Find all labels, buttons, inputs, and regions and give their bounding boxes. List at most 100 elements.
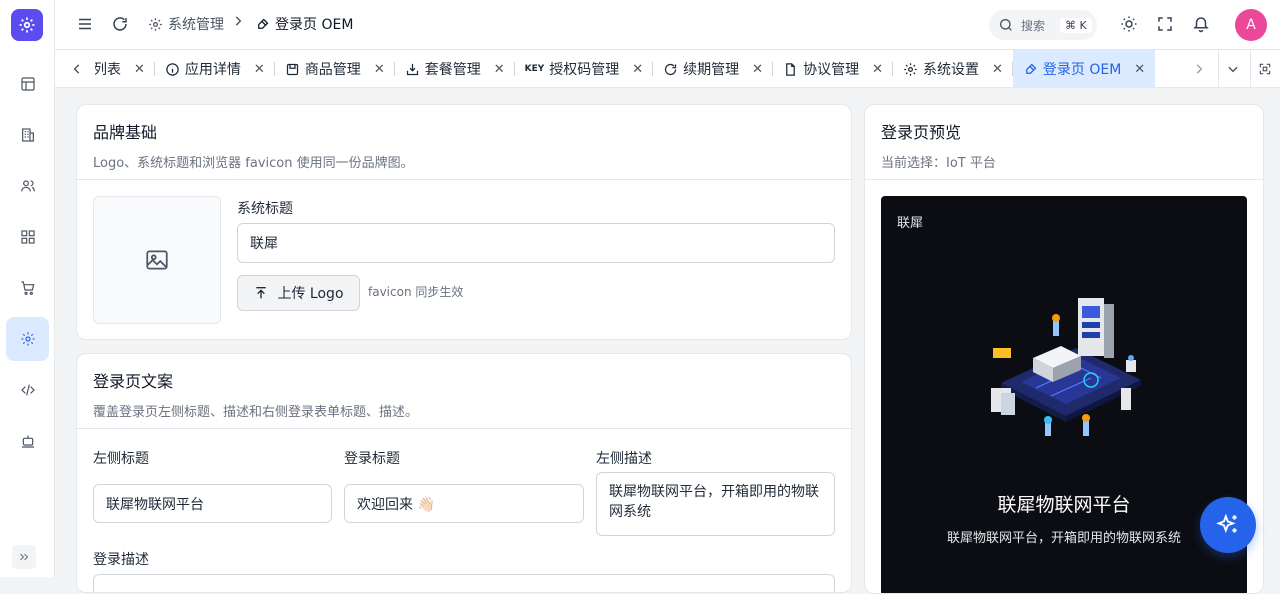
package-icon bbox=[406, 63, 418, 75]
login-copy-card-title: 登录页文案 bbox=[93, 372, 174, 391]
login-copy-card-desc: 覆盖登录页左侧标题、描述和右侧登录表单标题、描述。 bbox=[93, 405, 419, 420]
chevron-left-icon bbox=[73, 64, 80, 74]
notifications-button[interactable] bbox=[1192, 15, 1210, 33]
brand-card-header: 品牌基础 Logo、系统标题和浏览器 favicon 使用同一份品牌图。 bbox=[77, 105, 851, 180]
tab-label: 商品管理 bbox=[304, 62, 361, 78]
info-icon bbox=[166, 62, 179, 76]
refresh-icon bbox=[113, 17, 127, 31]
tab-login-oem[interactable]: 登录页 OEM ✕ bbox=[1012, 50, 1156, 88]
brand-card-title: 品牌基础 bbox=[93, 123, 158, 142]
top-header: 系统管理 登录页 OEM 搜索 ⌘ K A bbox=[55, 0, 1280, 50]
system-title-value: 联犀 bbox=[250, 236, 278, 252]
tab-label: 套餐管理 bbox=[424, 62, 481, 78]
chevron-right-icon bbox=[1196, 64, 1203, 74]
breadcrumb-separator bbox=[231, 14, 245, 28]
key-icon: KEY bbox=[524, 64, 545, 74]
tab-app-list[interactable]: 用列表 ✕ bbox=[95, 50, 155, 88]
tab-system-settings[interactable]: 系统设置 ✕ bbox=[893, 50, 1013, 88]
image-icon bbox=[146, 250, 168, 270]
close-icon[interactable]: ✕ bbox=[752, 62, 763, 77]
tabs-scroll-right-button[interactable] bbox=[1185, 50, 1213, 88]
system-title-label: 系统标题 bbox=[237, 201, 293, 217]
sidebar-item-apps[interactable] bbox=[6, 215, 49, 259]
robot-icon bbox=[21, 435, 34, 448]
tab-packages[interactable]: 套餐管理 ✕ bbox=[395, 50, 515, 88]
favicon-note: favicon 同步生效 bbox=[368, 285, 464, 299]
sidebar-item-dashboard[interactable] bbox=[6, 62, 49, 106]
search-input[interactable]: 搜索 ⌘ K bbox=[989, 10, 1097, 40]
fullscreen-button[interactable] bbox=[1156, 15, 1174, 33]
login-copy-card-header: 登录页文案 覆盖登录页左侧标题、描述和右侧登录表单标题、描述。 bbox=[77, 354, 851, 429]
sidebar bbox=[0, 0, 55, 577]
sidebar-item-users[interactable] bbox=[6, 164, 49, 208]
breadcrumb-label: 系统管理 bbox=[168, 17, 224, 33]
left-title-value: 联犀物联网平台 bbox=[106, 496, 204, 513]
logo-upload-area[interactable] bbox=[93, 196, 221, 324]
sparkle-icon bbox=[1216, 513, 1237, 534]
login-title-label: 登录标题 bbox=[344, 451, 400, 467]
close-icon[interactable]: ✕ bbox=[134, 62, 145, 77]
search-shortcut: ⌘ K bbox=[1060, 17, 1092, 33]
login-preview: 联犀 联犀物联网平台 联犀物联网平台，开箱即用的物联网系统 bbox=[881, 196, 1247, 593]
search-icon bbox=[1000, 19, 1012, 31]
avatar[interactable]: A bbox=[1235, 9, 1267, 41]
tab-agreements[interactable]: 协议管理 ✕ bbox=[773, 50, 893, 88]
close-icon[interactable]: ✕ bbox=[494, 62, 505, 77]
close-icon[interactable]: ✕ bbox=[254, 62, 265, 77]
file-icon bbox=[786, 62, 795, 76]
iot-illustration bbox=[991, 298, 1141, 436]
search-placeholder: 搜索 bbox=[1021, 18, 1046, 33]
fullscreen-icon bbox=[1158, 17, 1172, 31]
tab-products[interactable]: 商品管理 ✕ bbox=[275, 50, 395, 88]
tabs-menu-button[interactable] bbox=[1218, 50, 1246, 88]
breadcrumb-label: 登录页 OEM bbox=[275, 17, 354, 33]
tab-label: 系统设置 bbox=[922, 62, 979, 78]
login-title-input[interactable]: 欢迎回来 👋🏻 bbox=[344, 484, 584, 523]
preview-brand: 联犀 bbox=[897, 216, 924, 231]
breadcrumb-item-current: 登录页 OEM bbox=[255, 14, 353, 34]
preview-current: 当前选择：IoT 平台 bbox=[881, 156, 996, 171]
close-icon[interactable]: ✕ bbox=[1134, 62, 1145, 77]
tab-renewals[interactable]: 续期管理 ✕ bbox=[653, 50, 773, 88]
tabs-scroll-left-button[interactable] bbox=[63, 50, 91, 88]
preview-subline: 联犀物联网平台，开箱即用的物联网系统 bbox=[946, 531, 1181, 546]
tab-app-detail[interactable]: 应用详情 ✕ bbox=[155, 50, 275, 88]
sidebar-item-organization[interactable] bbox=[6, 113, 49, 157]
refresh-icon bbox=[665, 63, 677, 75]
preview-card-header: 登录页预览 当前选择：IoT 平台 bbox=[865, 105, 1263, 180]
upload-logo-button[interactable]: 上传 Logo bbox=[237, 275, 360, 311]
sidebar-item-bot[interactable] bbox=[6, 419, 49, 463]
tabs-maximize-button[interactable] bbox=[1250, 50, 1278, 88]
sidebar-item-shop[interactable] bbox=[6, 266, 49, 310]
menu-icon bbox=[79, 18, 91, 30]
ai-assistant-button[interactable] bbox=[1200, 497, 1256, 553]
apps-icon bbox=[20, 230, 35, 244]
close-icon[interactable]: ✕ bbox=[992, 62, 1003, 77]
menu-toggle-button[interactable] bbox=[76, 15, 94, 33]
sun-icon bbox=[1121, 16, 1137, 32]
breadcrumb-item-system[interactable]: 系统管理 bbox=[148, 14, 224, 34]
gear-icon bbox=[904, 62, 917, 76]
close-icon[interactable]: ✕ bbox=[872, 62, 883, 77]
system-title-input[interactable]: 联犀 bbox=[237, 223, 835, 263]
preview-headline: 联犀物联网平台 bbox=[997, 494, 1131, 516]
theme-toggle-button[interactable] bbox=[1120, 15, 1138, 33]
login-desc-label: 登录描述 bbox=[93, 552, 149, 568]
double-chevron-right-icon bbox=[20, 553, 29, 561]
close-icon[interactable]: ✕ bbox=[632, 62, 643, 77]
app-logo[interactable] bbox=[11, 9, 43, 41]
left-title-input[interactable]: 联犀物联网平台 bbox=[93, 484, 332, 523]
left-desc-textarea[interactable]: 联犀物联网平台，开箱即用的物联网系统 bbox=[596, 472, 835, 536]
close-icon[interactable]: ✕ bbox=[374, 62, 385, 77]
login-title-value: 欢迎回来 👋🏻 bbox=[357, 496, 435, 513]
tab-label: 授权码管理 bbox=[549, 62, 620, 78]
upload-icon bbox=[256, 287, 267, 299]
tab-license-codes[interactable]: KEY 授权码管理 ✕ bbox=[515, 50, 654, 88]
sidebar-item-dev[interactable] bbox=[6, 368, 49, 412]
tab-bar: 用列表 ✕ 应用详情 ✕ 商品管理 ✕ 套餐管理 ✕ KEY 授权码管理 bbox=[55, 50, 1280, 88]
sidebar-expand-button[interactable] bbox=[12, 545, 36, 569]
tabs-row: 用列表 ✕ 应用详情 ✕ 商品管理 ✕ 套餐管理 ✕ KEY 授权码管理 bbox=[95, 50, 1156, 88]
refresh-button[interactable] bbox=[111, 15, 129, 33]
sidebar-item-system[interactable] bbox=[6, 317, 49, 361]
chevron-down-icon bbox=[1227, 66, 1238, 73]
